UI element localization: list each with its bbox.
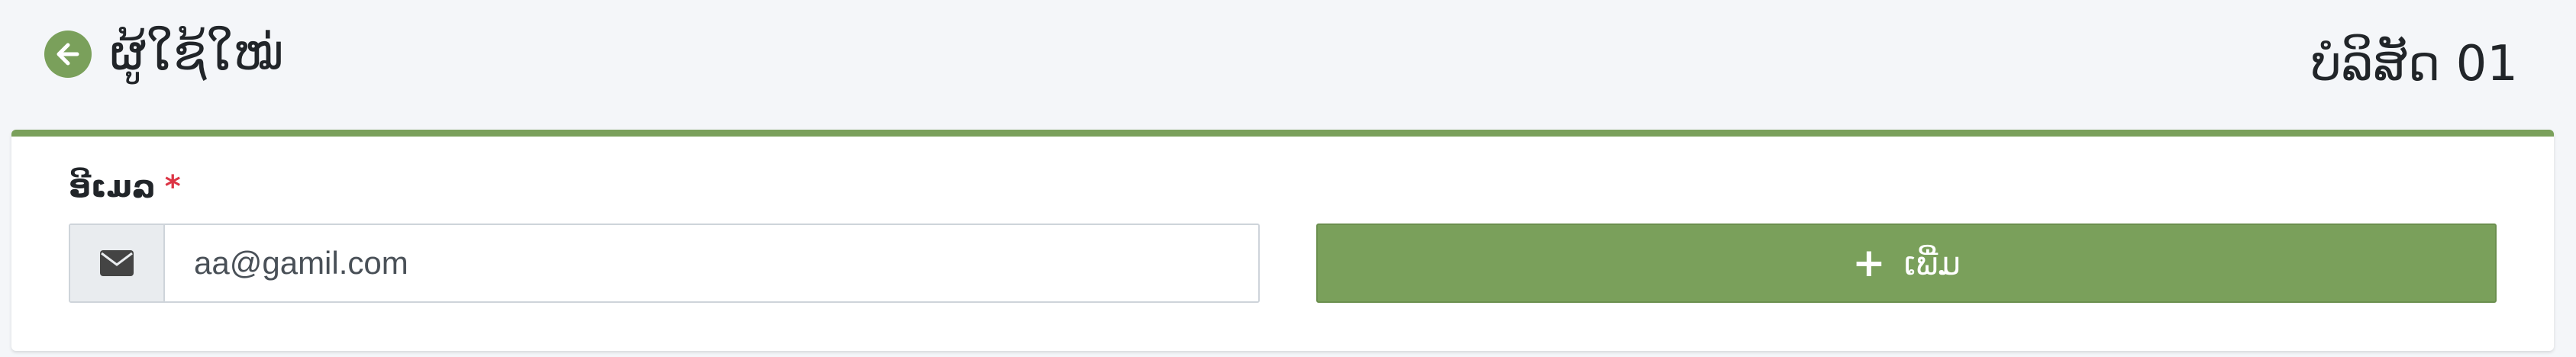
page-header: ຜູ້ໃຊ້ໃໝ່ ບໍລິສັດ 01 (0, 0, 2576, 130)
add-button-label: ເພີ່ມ (1903, 244, 1961, 282)
back-button[interactable] (44, 31, 92, 78)
add-button[interactable]: + ເພີ່ມ (1316, 224, 2497, 303)
envelope-icon (100, 250, 134, 276)
email-field[interactable] (165, 225, 1258, 301)
company-name: ບໍລິສັດ 01 (2310, 36, 2518, 92)
add-user-card: ອີເມລ* + ເພີ່ມ (11, 130, 2554, 351)
page-title: ຜູ້ໃຊ້ໃໝ່ (110, 25, 284, 82)
email-addon (70, 225, 165, 301)
email-label: ອີເມລ * (69, 167, 181, 207)
plus-icon: + (1852, 240, 1886, 286)
email-label-text: ອີເມລ (69, 169, 156, 204)
required-marker: * (164, 169, 181, 204)
arrow-left-icon (56, 43, 79, 66)
email-input-group (69, 224, 1260, 303)
